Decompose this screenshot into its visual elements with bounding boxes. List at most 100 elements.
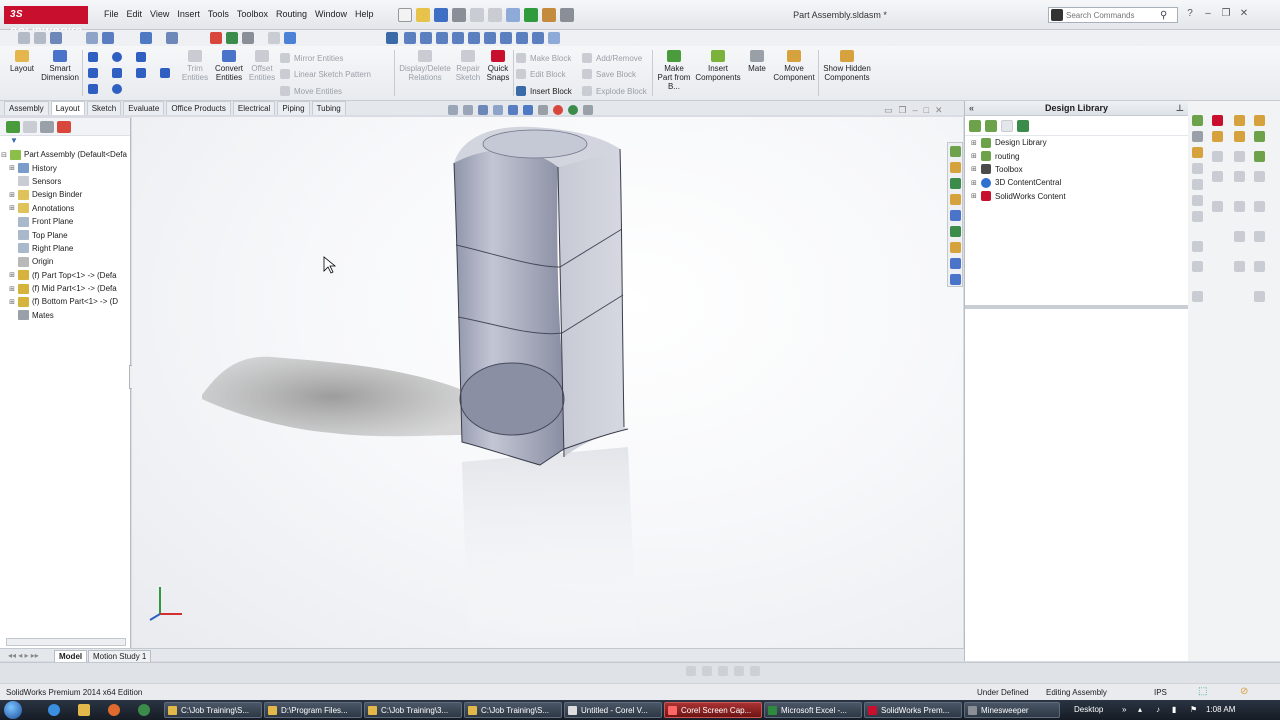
sketch-tool-icon[interactable] (1192, 291, 1203, 302)
std-view-4-icon[interactable] (452, 32, 464, 44)
sketch-tool-icon[interactable] (1234, 131, 1245, 142)
sketch-tool-icon[interactable] (1212, 131, 1223, 142)
move-component-button[interactable]: Move Component (772, 50, 816, 82)
expand-icon[interactable]: ⊞ (8, 191, 16, 199)
tree-item-part-top[interactable]: ⊞ (f) Part Top<1> -> (Defa (0, 269, 130, 282)
display-manager-icon[interactable] (57, 120, 71, 133)
expand-icon[interactable]: ⊞ (971, 192, 979, 200)
expand-icon[interactable]: ⊞ (971, 152, 979, 160)
sketch-tool-icon[interactable] (1212, 115, 1223, 126)
taskbar-item-solidworks[interactable]: SolidWorks Prem... (864, 702, 962, 718)
taskbar-item-corel-video[interactable]: Untitled - Corel V... (564, 702, 662, 718)
explode-block-button[interactable]: Explode Block (582, 86, 647, 96)
sketch-tool-icon[interactable] (1254, 201, 1265, 212)
expand-icon[interactable]: ⊞ (8, 204, 16, 212)
sketch-tool-icon[interactable] (1234, 201, 1245, 212)
file-explorer-icon[interactable] (949, 178, 961, 189)
property-manager-icon[interactable] (23, 120, 37, 133)
sketch-tool-icon[interactable] (1234, 151, 1245, 162)
line-icon[interactable] (88, 52, 98, 62)
tree-item-annotations[interactable]: ⊞ Annotations (0, 202, 130, 215)
tree-root-assembly[interactable]: ⊟ Part Assembly (Default<Defa (0, 148, 130, 161)
solidworks-logo[interactable]: 3S SOLIDWORKS (4, 6, 88, 38)
configuration-manager-icon[interactable] (40, 120, 54, 133)
quick-snaps-button[interactable]: Quick Snaps (484, 50, 512, 82)
toolbox-icon[interactable] (949, 274, 961, 285)
add-remove-button[interactable]: Add/Remove (582, 53, 642, 63)
library-item-toolbox[interactable]: ⊞ Toolbox (965, 163, 1188, 176)
viewport-minimize-icon[interactable]: – (913, 105, 918, 116)
edit-appearance-icon[interactable] (553, 105, 563, 115)
view-orientation-icon[interactable] (508, 105, 518, 115)
std-view-2-icon[interactable] (420, 32, 432, 44)
display-style-icon[interactable] (140, 32, 152, 44)
unit-system[interactable]: IPS (1154, 688, 1167, 697)
taskbar-item-folder-3[interactable]: C:\Job Training\3... (364, 702, 462, 718)
mirror-entities-button[interactable]: Mirror Entities (280, 53, 343, 63)
taskbar-item-excel[interactable]: Microsoft Excel -... (764, 702, 862, 718)
convert-entities-button[interactable]: Convert Entities (212, 50, 246, 82)
restore-icon[interactable]: ❐ (1220, 8, 1232, 20)
text-icon[interactable] (160, 68, 170, 78)
smart-dimension-button[interactable]: Smart Dimension (40, 50, 80, 82)
chrome-icon[interactable] (138, 704, 150, 716)
show-hidden-components-button[interactable]: Show Hidden Components (822, 50, 872, 82)
mate-button[interactable]: Mate (744, 50, 770, 73)
status-tool-icon[interactable] (718, 666, 728, 676)
zoom-area-icon[interactable] (34, 32, 46, 44)
view-orientation-icon[interactable] (102, 32, 114, 44)
close-icon[interactable]: ✕ (1238, 8, 1250, 20)
std-view-3-icon[interactable] (436, 32, 448, 44)
apply-scene-icon[interactable] (568, 105, 578, 115)
previous-view-icon[interactable] (50, 32, 62, 44)
taskbar-item-folder-2[interactable]: D:\Program Files... (264, 702, 362, 718)
custom-properties-icon[interactable] (949, 226, 961, 237)
expand-icon[interactable]: ⊞ (971, 165, 979, 173)
sketch-tool-icon[interactable] (1254, 291, 1265, 302)
sketch-tool-icon[interactable] (1254, 151, 1265, 162)
menu-view[interactable]: View (146, 9, 173, 19)
viewport-maximize-icon[interactable]: □ (924, 105, 929, 116)
minimize-icon[interactable]: – (1202, 8, 1214, 20)
trim-entities-button[interactable]: Trim Entities (178, 50, 212, 82)
taskbar-item-corel-capture[interactable]: Corel Screen Cap... (664, 702, 762, 718)
section-view-icon[interactable] (86, 32, 98, 44)
new-icon[interactable] (398, 8, 412, 22)
tree-item-mid-part[interactable]: ⊞ (f) Mid Part<1> -> (Defa (0, 282, 130, 295)
expand-icon[interactable]: ⊞ (8, 285, 16, 293)
menu-toolbox[interactable]: Toolbox (233, 9, 272, 19)
ie-icon[interactable] (48, 704, 60, 716)
taskbar-item-minesweeper[interactable]: Minesweeper (964, 702, 1060, 718)
menu-insert[interactable]: Insert (173, 9, 204, 19)
std-view-1-icon[interactable] (404, 32, 416, 44)
desktop-toolbar[interactable]: Desktop (1074, 705, 1103, 714)
sketch-tool-icon[interactable] (1254, 171, 1265, 182)
slot-icon[interactable] (88, 84, 98, 94)
search-input[interactable] (1066, 10, 1156, 20)
taskbar-item-folder-1[interactable]: C:\Job Training\S... (164, 702, 262, 718)
refresh-icon[interactable] (1017, 119, 1029, 132)
sketch-tool-icon[interactable] (1234, 115, 1245, 126)
open-icon[interactable] (416, 8, 430, 22)
viewport-restore-icon[interactable]: ❐ (899, 105, 907, 116)
tree-item-sensors[interactable]: Sensors (0, 175, 130, 188)
collapse-icon[interactable]: ⊟ (0, 151, 8, 159)
help-icon[interactable]: ? (1184, 8, 1196, 20)
tab-sketch[interactable]: Sketch (86, 101, 122, 115)
section-view-icon[interactable] (493, 105, 503, 115)
undo-icon[interactable] (470, 8, 484, 22)
viewport-split-icon[interactable]: ▭ (884, 105, 893, 116)
insert-components-button[interactable]: Insert Components (694, 50, 742, 82)
horizontal-scrollbar[interactable] (6, 638, 126, 646)
sketch-tool-icon[interactable] (1192, 147, 1203, 158)
resources-icon[interactable] (949, 146, 961, 157)
hide-show-items-icon[interactable] (538, 105, 548, 115)
tree-item-front-plane[interactable]: Front Plane (0, 215, 130, 228)
sketch-tool-icon[interactable] (1212, 201, 1223, 212)
expand-icon[interactable]: ⊞ (8, 271, 16, 279)
std-view-8-icon[interactable] (516, 32, 528, 44)
shaded-icon[interactable] (284, 32, 296, 44)
explorer-icon[interactable] (78, 704, 90, 716)
design-library-icon[interactable] (949, 162, 961, 173)
add-to-library-icon[interactable] (969, 119, 981, 132)
